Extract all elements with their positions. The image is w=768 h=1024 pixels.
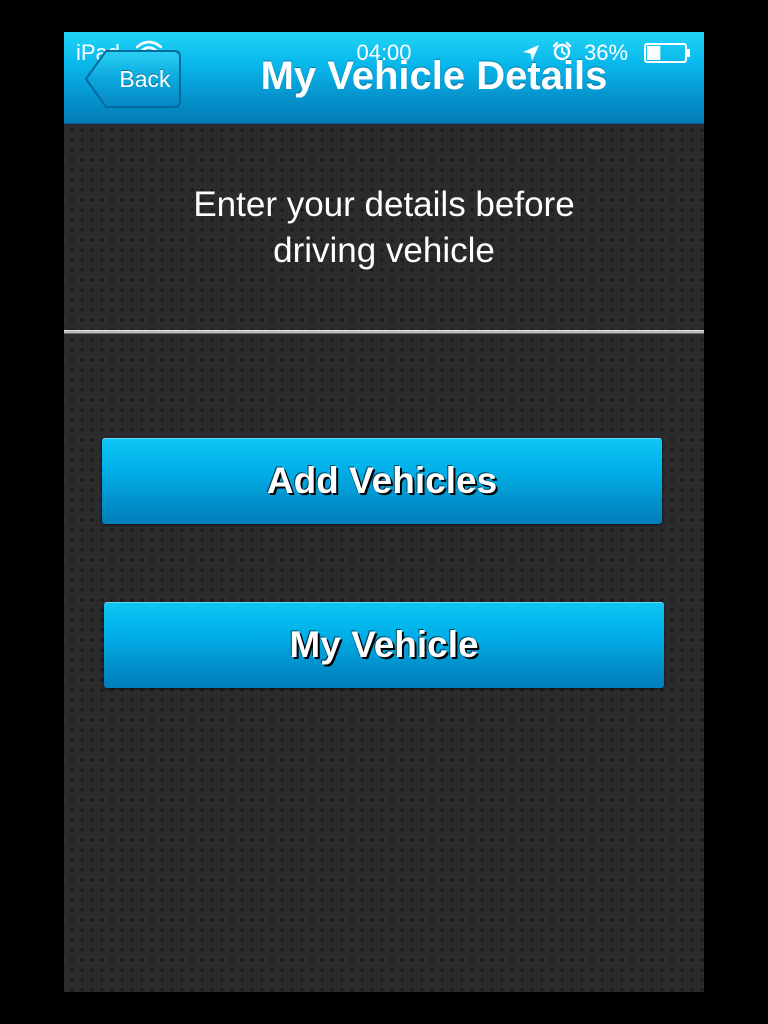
- navigation-bar: iPad 04:00 36% Back My Vehicle Details: [64, 32, 704, 124]
- add-vehicles-button-label: Add Vehicles: [266, 460, 498, 501]
- back-button-label: Back: [119, 66, 171, 92]
- instruction-text: Enter your details before driving vehicl…: [104, 182, 664, 274]
- page-title: My Vehicle Details: [260, 54, 608, 98]
- section-divider: [64, 330, 704, 334]
- instruction-line-1: Enter your details before: [193, 185, 575, 224]
- app-screen: iPad 04:00 36% Back My Vehicle Details E…: [64, 32, 704, 992]
- add-vehicles-button[interactable]: Add Vehicles: [102, 438, 662, 524]
- my-vehicle-button[interactable]: My Vehicle: [104, 602, 664, 688]
- instruction-line-2: driving vehicle: [273, 231, 495, 270]
- back-button[interactable]: Back: [82, 49, 182, 109]
- my-vehicle-button-label: My Vehicle: [289, 624, 479, 665]
